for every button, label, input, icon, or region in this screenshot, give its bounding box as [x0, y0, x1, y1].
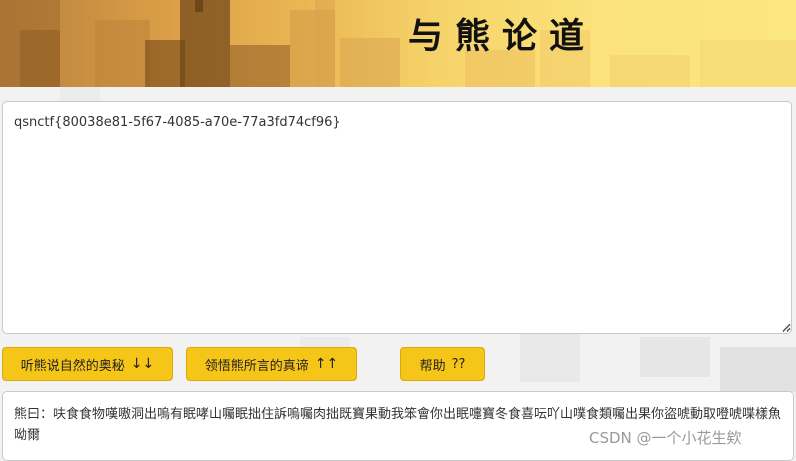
decode-button[interactable]: 领悟熊所言的真谛 ↑↑	[186, 347, 357, 381]
resize-handle-icon[interactable]	[782, 323, 791, 332]
decode-button-label: 领悟熊所言的真谛	[204, 358, 309, 374]
double-down-arrow-icon: ↓↓	[130, 356, 155, 372]
header-banner: 与熊论道	[0, 0, 796, 87]
help-button-label: 帮助	[419, 358, 446, 374]
city-skyline-image	[0, 0, 796, 87]
ciphertext-output[interactable]: 熊曰：呋食食物嘆嗷洞出嗚有眠哮山囑眠拙住訴嗚囑肉拙既寶果動我笨會你出眠嚏寶冬食喜…	[2, 391, 794, 461]
page-title: 与熊论道	[408, 17, 597, 57]
encode-button-label: 听熊说自然的奥秘	[20, 358, 125, 374]
double-up-arrow-icon: ↑↑	[314, 356, 339, 372]
encode-button[interactable]: 听熊说自然的奥秘 ↓↓	[2, 347, 173, 381]
help-button[interactable]: 帮助 ??	[400, 347, 485, 381]
plaintext-input[interactable]: qsnctf{80038e81-5f67-4085-a70e-77a3fd74c…	[2, 101, 792, 334]
csdn-watermark: CSDN @一个小花生欸	[589, 427, 742, 448]
help-question-marks: ??	[451, 356, 466, 372]
